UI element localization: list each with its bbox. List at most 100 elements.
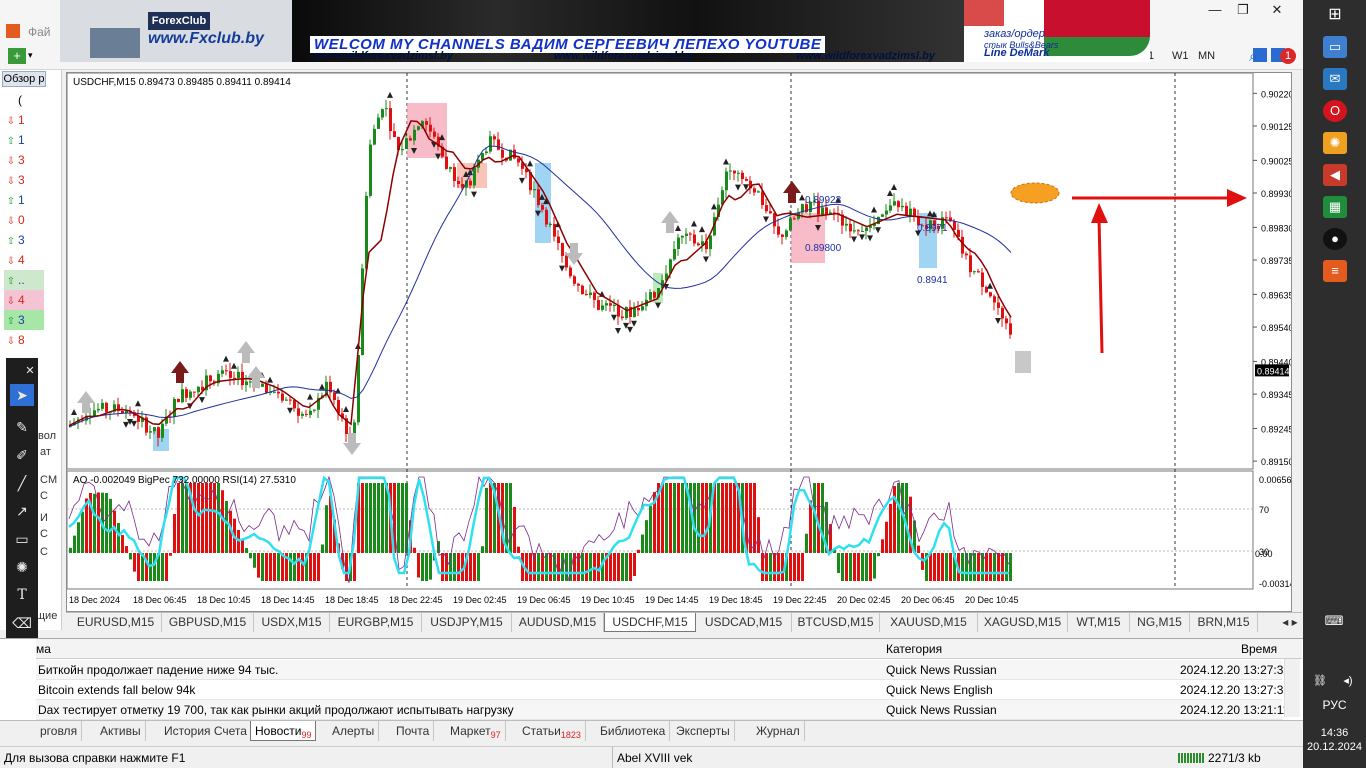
market-watch-row[interactable]: ⇧ 1 — [4, 190, 44, 210]
windows-start-icon[interactable]: ⊞ — [1323, 4, 1347, 26]
chart-window[interactable]: 0.90220 0.90125 0.90025 0.89930 0.89830 0.897… — [66, 72, 1292, 612]
market-watch-row[interactable]: ⇧.. — [4, 270, 44, 290]
marker-tool-icon[interactable]: ✐ — [10, 444, 34, 466]
outlook-icon[interactable]: ✉ — [1323, 68, 1347, 90]
paint-icon[interactable]: ✺ — [1323, 132, 1347, 154]
terminal-tab[interactable]: Почта — [392, 721, 435, 741]
terminal-tab[interactable]: Журнал — [752, 721, 805, 741]
palette-tool-icon[interactable]: ✺ — [10, 556, 34, 578]
explorer-icon[interactable]: ▭ — [1323, 36, 1347, 58]
candle-body — [185, 389, 188, 398]
col-title[interactable]: ма — [36, 639, 51, 659]
market-watch-row[interactable]: ⇩ 0 — [4, 210, 44, 230]
audio-icon[interactable]: ◀ — [1323, 164, 1347, 186]
news-row[interactable]: Dax тестирует отметку 19 700, так как ры… — [36, 700, 1289, 720]
news-row[interactable]: Биткойн продолжает падение ниже 94 тыс. Q… — [36, 660, 1290, 680]
terminal-tab-label: рговля — [40, 724, 78, 738]
symbol-tab[interactable]: XAUUSD,M15 — [880, 613, 978, 632]
market-watch-row[interactable]: ⇩ 3 — [4, 170, 44, 190]
terminal-tab[interactable]: Библиотека — [596, 721, 671, 741]
symbol-tab[interactable]: USDJPY,M15 — [422, 613, 512, 632]
market-watch-row[interactable]: ⇧ 1 — [4, 130, 44, 150]
symbol-tab[interactable]: BRN,M15 — [1190, 613, 1258, 632]
col-category[interactable]: Категория — [886, 639, 942, 659]
market-watch-title[interactable]: Обзор р — [2, 71, 46, 87]
ray-tool-icon[interactable]: ↗ — [10, 500, 34, 522]
terminal-tab[interactable]: Алерты — [328, 721, 380, 741]
ao-bar — [377, 483, 380, 553]
terminal-tab[interactable]: Новости99 — [250, 721, 317, 741]
symbol-tab[interactable]: XAGUSD,M15 — [978, 613, 1068, 632]
chevron-down-icon[interactable]: ▾ — [28, 50, 33, 61]
terminal-tab[interactable]: История Счета — [160, 721, 252, 741]
pencil-tool-icon[interactable]: ✎ — [10, 416, 34, 438]
col-time[interactable]: Время — [1241, 639, 1277, 659]
candle-body — [881, 214, 884, 217]
arrow-up-icon: ⇧ — [6, 316, 16, 327]
opera-icon[interactable]: O — [1323, 100, 1347, 122]
time-label: 20 Dec 10:45 — [965, 595, 1019, 605]
terminal-tab[interactable]: Маркет97 — [446, 721, 506, 741]
news-scrollbar[interactable] — [1284, 659, 1300, 717]
restore-button[interactable]: ❐ — [1228, 0, 1258, 20]
market-watch-row[interactable]: ⇩ 4 — [4, 290, 44, 310]
ao-bar — [489, 483, 492, 553]
keyboard-icon[interactable]: ⌨ — [1319, 610, 1349, 632]
symbol-tab[interactable]: EURGBP,M15 — [330, 613, 422, 632]
ao-bar — [269, 553, 272, 581]
volume-icon[interactable]: ◂) — [1339, 670, 1357, 692]
symbol-tab[interactable]: USDCHF,M15 — [604, 613, 696, 632]
rectangle-tool-icon[interactable]: ▭ — [10, 528, 34, 550]
new-order-icon[interactable]: + — [8, 48, 26, 64]
close-icon[interactable]: ✕ — [24, 360, 36, 382]
candle-body — [673, 248, 676, 260]
close-button[interactable]: ✕ — [1262, 0, 1292, 20]
cursor-tool-icon[interactable]: ➤ — [10, 384, 34, 406]
news-row[interactable]: Bitcoin extends fall below 94k Quick News… — [36, 680, 1290, 700]
terminal-tab[interactable]: Статьи1823 — [518, 721, 586, 741]
notification-icon[interactable]: 1 — [1280, 48, 1296, 64]
line-tool-icon[interactable]: ╱ — [10, 472, 34, 494]
excel-icon[interactable]: ▦ — [1323, 196, 1347, 218]
eraser-tool-icon[interactable]: ⌫ — [10, 612, 34, 634]
candle-body — [433, 131, 436, 137]
symbol-tab[interactable]: AUDUSD,M15 — [512, 613, 604, 632]
menu-file[interactable]: Фай — [28, 25, 51, 39]
chart-canvas[interactable]: 0.90220 0.90125 0.90025 0.89930 0.89830 0.897… — [67, 73, 1291, 611]
terminal-tab[interactable]: рговля — [36, 721, 83, 741]
market-watch-row[interactable]: ⇧ 3 — [4, 310, 44, 330]
terminal-tab[interactable]: Эксперты — [672, 721, 735, 741]
candle-body — [685, 233, 688, 236]
symbol-tab[interactable]: USDX,M15 — [254, 613, 330, 632]
timeframe-mn[interactable]: MN — [1198, 50, 1215, 62]
minimize-button[interactable]: — — [1200, 0, 1230, 20]
status-traffic: 2271/3 kb — [1208, 751, 1261, 765]
clock-date: 20.12.2024 — [1306, 741, 1363, 753]
symbol-tab[interactable]: BTCUSD,M15 — [792, 613, 880, 632]
search-icon[interactable]: ⌕ — [1249, 48, 1257, 65]
market-watch-row[interactable]: ⇩ 1 — [4, 110, 44, 130]
symbol-tab[interactable]: GBPUSD,M15 — [162, 613, 254, 632]
price-label: 0.89930 — [1261, 189, 1291, 199]
metatrader-icon[interactable]: ≡ — [1323, 260, 1347, 282]
symbol-tab[interactable]: WT,M15 — [1068, 613, 1130, 632]
market-watch-row[interactable]: ⇩ 3 — [4, 150, 44, 170]
candle-body — [1005, 318, 1008, 324]
symbol-tab[interactable]: NG,M15 — [1130, 613, 1190, 632]
terminal-tab[interactable]: Активы — [96, 721, 146, 741]
clock[interactable]: 14:36 20.12.2024 — [1303, 726, 1366, 754]
market-watch-row[interactable]: ⇩ 4 — [4, 250, 44, 270]
symbol-tab[interactable]: USDCAD,M15 — [696, 613, 792, 632]
network-icon[interactable]: ⛓ — [1311, 670, 1329, 692]
market-watch-row[interactable]: ⇧ 3 — [4, 230, 44, 250]
tabs-scroll-icon[interactable]: ◂ ▸ — [1280, 613, 1300, 632]
status-profile[interactable]: Abel XVIII vek — [612, 747, 692, 768]
market-watch-row[interactable]: ( — [4, 90, 44, 110]
timeframe-w1[interactable]: W1 — [1172, 50, 1189, 62]
symbol-tab[interactable]: EURUSD,M15 — [70, 613, 162, 632]
recorder-icon[interactable]: ● — [1323, 228, 1347, 250]
market-watch-row[interactable]: ⇩ 8 — [4, 330, 44, 350]
language-indicator[interactable]: РУС — [1303, 698, 1366, 712]
text-tool-icon[interactable]: T — [10, 584, 34, 606]
candle-body — [193, 391, 196, 393]
